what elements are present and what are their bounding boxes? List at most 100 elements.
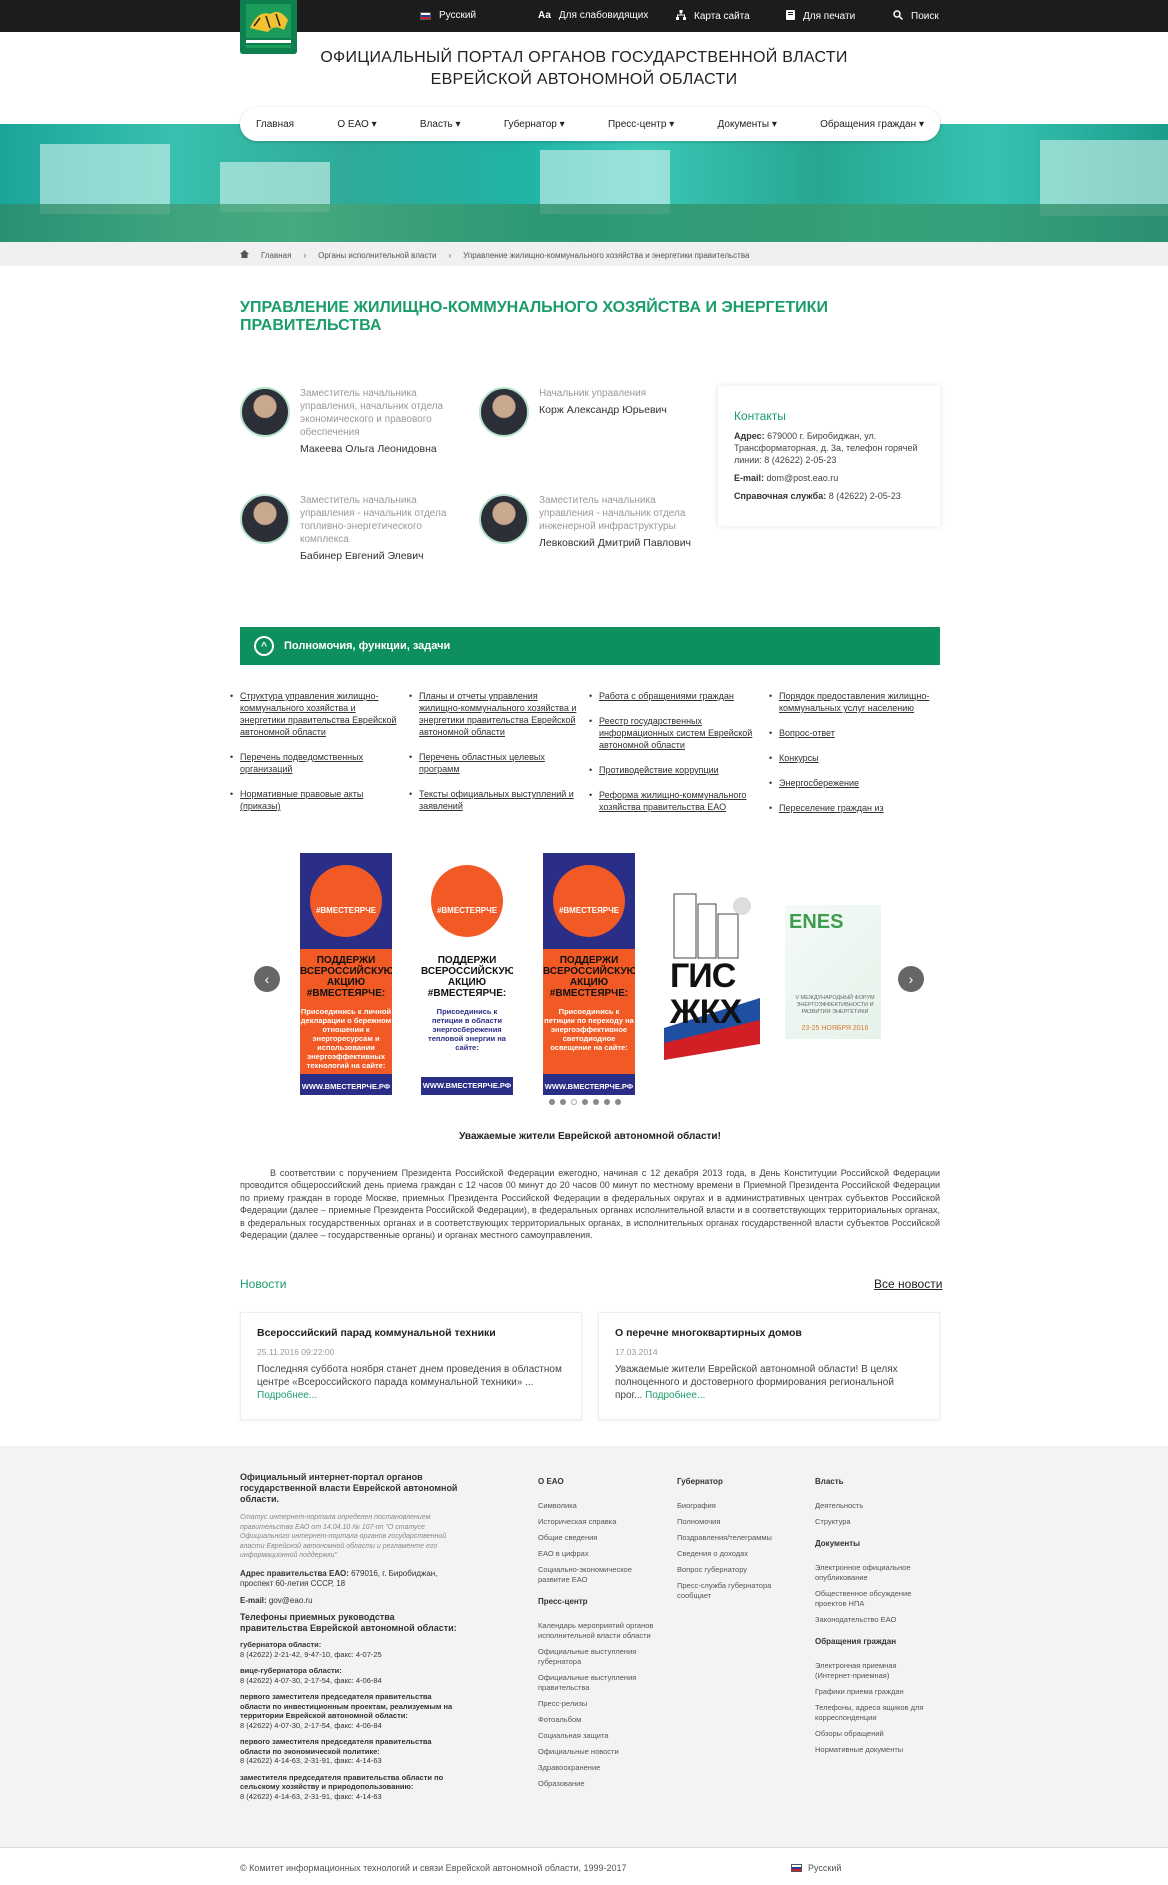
footer-link[interactable]: Образование: [538, 1779, 658, 1789]
footer-link[interactable]: Законодательство ЕАО: [815, 1615, 935, 1625]
email-link[interactable]: dom@post.eao.ru: [767, 473, 839, 483]
nav-item-power[interactable]: Власть ▾: [420, 119, 461, 130]
read-more-link[interactable]: Подробнее...: [257, 1390, 317, 1401]
breadcrumb-executive[interactable]: Органы исполнительной власти: [318, 251, 436, 260]
link-item[interactable]: Нормативные правовые акты (приказы): [230, 788, 400, 812]
footer-link[interactable]: Социальная защита: [538, 1731, 658, 1741]
avatar: [479, 494, 529, 544]
sitemap-icon: [676, 10, 686, 23]
footer-link[interactable]: Структура: [815, 1517, 935, 1527]
carousel-prev-button[interactable]: ‹: [254, 966, 280, 992]
footer-link[interactable]: Здравоохранение: [538, 1763, 658, 1773]
nav-item-appeals[interactable]: Обращения граждан ▾: [820, 119, 924, 130]
carousel-next-button[interactable]: ›: [898, 966, 924, 992]
search-link[interactable]: Поиск: [893, 10, 939, 23]
footer-link[interactable]: Биография: [677, 1501, 797, 1511]
nav-item-home[interactable]: Главная: [256, 119, 294, 130]
footer-link[interactable]: Фотоальбом: [538, 1715, 658, 1725]
enes-subtitle: V МЕЖДУНАРОДНЫЙ ФОРУМ ЭНЕРГОЭФФЕКТИВНОСТ…: [795, 995, 875, 1015]
search-icon: [893, 10, 904, 23]
footer-link[interactable]: Поздравления/телеграммы: [677, 1533, 797, 1543]
footer-link[interactable]: Графики приема граждан: [815, 1687, 935, 1697]
enes-banner[interactable]: ENES V МЕЖДУНАРОДНЫЙ ФОРУМ ЭНЕРГОЭФФЕКТИ…: [785, 905, 881, 1039]
news-card[interactable]: О перечне многоквартирных домов 17.03.20…: [598, 1312, 940, 1420]
footer-col-title: О ЕАО: [538, 1477, 564, 1486]
link-item[interactable]: Структура управления жилищно-коммунально…: [230, 690, 400, 738]
nav-item-about[interactable]: О ЕАО ▾: [337, 119, 376, 130]
nav-item-governor[interactable]: Губернатор ▾: [504, 119, 565, 130]
news-title[interactable]: Всероссийский парад коммунальной техники: [257, 1327, 565, 1339]
powers-accordion[interactable]: ^ Полномочия, функции, задачи: [240, 627, 940, 665]
footer-link[interactable]: Символика: [538, 1501, 658, 1511]
link-item[interactable]: Порядок предоставления жилищно-коммуналь…: [769, 690, 939, 714]
link-item[interactable]: Конкурсы: [769, 752, 939, 764]
footer-link[interactable]: Общественное обсуждение проектов НПА: [815, 1589, 935, 1609]
coat-of-arms-logo[interactable]: [240, 0, 297, 54]
footer-phone-owner: губернатора области:: [240, 1640, 322, 1649]
all-news-link[interactable]: Все новости: [874, 1277, 942, 1291]
sitemap-link[interactable]: Карта сайта: [676, 10, 750, 23]
footer-link[interactable]: ЕАО в цифрах: [538, 1549, 658, 1559]
footer-link[interactable]: Пресс-релизы: [538, 1699, 658, 1709]
carousel-dot[interactable]: [604, 1099, 610, 1105]
nav-item-documents[interactable]: Документы ▾: [718, 119, 777, 130]
news-title[interactable]: О перечне многоквартирных домов: [615, 1327, 923, 1339]
footer-link[interactable]: Телефоны, адреса ящиков для корреспонден…: [815, 1703, 935, 1723]
link-item[interactable]: Вопрос-ответ: [769, 727, 939, 739]
footer-column-eao: О ЕАО Символика Историческая справка Общие…: [538, 1477, 658, 1795]
link-item[interactable]: Реестр государственных информационных си…: [589, 715, 759, 751]
nav-item-press[interactable]: Пресс-центр ▾: [608, 119, 674, 130]
link-item[interactable]: Энергосбережение: [769, 777, 939, 789]
page-title: УПРАВЛЕНИЕ ЖИЛИЩНО-КОММУНАЛЬНОГО ХОЗЯЙСТ…: [240, 299, 828, 334]
carousel-banner[interactable]: #ВМЕСТЕЯРЧЕ ПОДДЕРЖИ ВСЕРОССИЙСКУЮ АКЦИЮ…: [421, 853, 513, 1095]
home-icon[interactable]: [240, 250, 249, 260]
footer: Официальный интернет-портал органов госу…: [0, 1446, 1168, 1847]
carousel-banner[interactable]: #ВМЕСТЕЯРЧЕ ПОДДЕРЖИ ВСЕРОССИЙСКУЮ АКЦИЮ…: [543, 853, 635, 1095]
footer-link[interactable]: Историческая справка: [538, 1517, 658, 1527]
news-card[interactable]: Всероссийский парад коммунальной техники…: [240, 1312, 582, 1420]
footer-link[interactable]: Электронное официальное опубликование: [815, 1563, 935, 1583]
footer-link[interactable]: Официальные выступления губернатора: [538, 1647, 658, 1667]
footer-link[interactable]: Обзоры обращений: [815, 1729, 935, 1739]
carousel-dot[interactable]: [582, 1099, 588, 1105]
carousel-dot[interactable]: [560, 1099, 566, 1105]
carousel-dot[interactable]: [593, 1099, 599, 1105]
read-more-link[interactable]: Подробнее...: [645, 1390, 705, 1401]
footer-portal: Официальный интернет-портал органов госу…: [240, 1472, 458, 1504]
footer-link[interactable]: Календарь мероприятий органов исполнител…: [538, 1621, 658, 1641]
link-item[interactable]: Противодействие коррупции: [589, 764, 759, 776]
footer-phone-number: 8 (42622) 2-21-42, 9-47-10, факс: 4-07-2…: [240, 1649, 382, 1659]
link-item[interactable]: Переселение граждан из: [769, 802, 939, 814]
footer-link[interactable]: Нормативные документы: [815, 1745, 935, 1755]
carousel-dot[interactable]: [615, 1099, 621, 1105]
link-item[interactable]: Перечень областных целевых программ: [409, 751, 579, 775]
site-title-line1: ОФИЦИАЛЬНЫЙ ПОРТАЛ ОРГАНОВ ГОСУДАРСТВЕНН…: [320, 49, 848, 66]
footer-link[interactable]: Социально-экономическое развитие ЕАО: [538, 1565, 658, 1585]
link-item[interactable]: Реформа жилищно-коммунального хозяйства …: [589, 789, 759, 813]
carousel-banner[interactable]: #ВМЕСТЕЯРЧЕ ПОДДЕРЖИ ВСЕРОССИЙСКУЮ АКЦИЮ…: [300, 853, 392, 1095]
carousel-dot[interactable]: [549, 1099, 555, 1105]
carousel-dot[interactable]: [571, 1099, 577, 1105]
footer-link[interactable]: Официальные новости: [538, 1747, 658, 1757]
low-vision-link[interactable]: Аа Для слабовидящих: [538, 10, 648, 21]
footer-link[interactable]: Сведения о доходах: [677, 1549, 797, 1559]
footer-link[interactable]: Пресс-служба губернатора сообщает: [677, 1581, 797, 1601]
gis-zhkh-banner[interactable]: ГИС ЖКХ: [664, 888, 760, 1060]
footer-email-label: E-mail:: [240, 1595, 267, 1605]
footer-language-selector[interactable]: Русский: [791, 1863, 841, 1873]
print-link[interactable]: Для печати: [786, 10, 855, 23]
footer-link[interactable]: Общие сведения: [538, 1533, 658, 1543]
link-item[interactable]: Работа с обращениями граждан: [589, 690, 759, 702]
link-item[interactable]: Планы и отчеты управления жилищно-коммун…: [409, 690, 579, 738]
footer-link[interactable]: Вопрос губернатору: [677, 1565, 797, 1575]
link-item[interactable]: Перечень подведомственных организаций: [230, 751, 400, 775]
footer-email[interactable]: gov@eao.ru: [269, 1596, 313, 1605]
breadcrumb-home[interactable]: Главная: [261, 251, 291, 260]
footer-link[interactable]: Электронная приемная (Интернет-приемная): [815, 1661, 935, 1681]
footer-link[interactable]: Деятельность: [815, 1501, 935, 1511]
language-selector[interactable]: Русский: [420, 10, 476, 21]
footer-link[interactable]: Официальные выступления правительства: [538, 1673, 658, 1693]
footer-phone-owner: заместителя председателя правительства о…: [240, 1772, 444, 1792]
footer-link[interactable]: Полномочия: [677, 1517, 797, 1527]
link-item[interactable]: Тексты официальных выступлений и заявлен…: [409, 788, 579, 812]
